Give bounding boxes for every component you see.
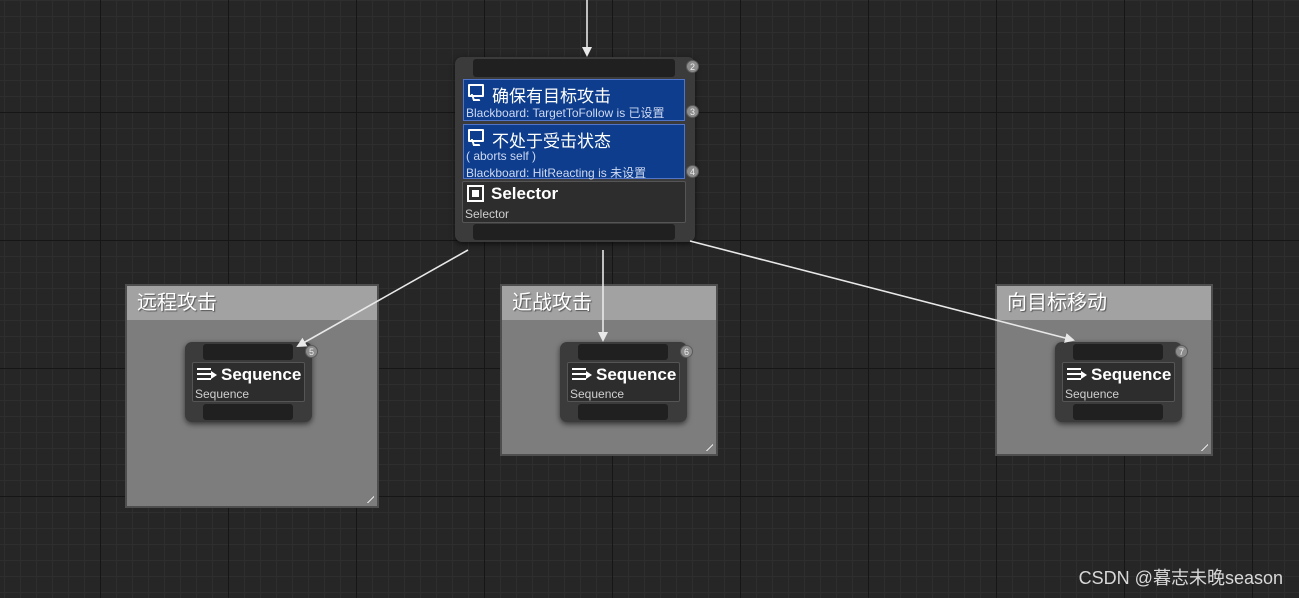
resize-handle-icon[interactable] [1196,439,1208,451]
comment-title[interactable]: 向目标移动 [997,286,1211,320]
composite-title: Selector [491,184,559,203]
decorator-icon [468,84,484,97]
composite-title: Sequence [1091,365,1172,384]
execution-index-badge: 7 [1175,345,1188,358]
sequence-node-move[interactable]: 7 Sequence Sequence [1055,342,1188,422]
composite-subtitle: Sequence [570,387,625,401]
input-pin[interactable] [1073,344,1163,360]
decorator-not-hit-reacting[interactable]: 不处于受击状态 ( aborts self ) Blackboard: HitR… [463,124,685,180]
sequence-node-ranged[interactable]: 5 Sequence Sequence [185,342,318,422]
execution-index-badge: 5 [305,345,318,358]
decorator-abort-mode: ( aborts self ) [466,149,537,163]
execution-index-badge: 2 [686,60,699,73]
decorator-detail: Blackboard: HitReacting is 未设置 [466,166,647,180]
execution-index-badge: 3 [686,105,699,118]
execution-index-badge: 6 [680,345,693,358]
composite-subtitle: Sequence [195,387,250,401]
watermark-text: CSDN @暮志未晚season [1078,568,1283,588]
output-pin[interactable] [578,404,668,420]
composite-title: Sequence [221,365,302,384]
composite-subtitle: Sequence [1065,387,1120,401]
output-pin[interactable] [203,404,293,420]
selector-composite[interactable]: Selector Selector [462,181,686,223]
sequence-icon [572,368,592,382]
input-pin[interactable] [203,344,293,360]
comment-title[interactable]: 远程攻击 [127,286,377,320]
resize-handle-icon[interactable] [362,491,374,503]
sequence-composite[interactable]: Sequence Sequence [567,362,680,402]
output-pin[interactable] [1073,404,1163,420]
input-pin[interactable] [578,344,668,360]
decorator-has-target[interactable]: 确保有目标攻击 Blackboard: TargetToFollow is 已设… [463,79,685,121]
input-pin[interactable] [473,59,675,77]
composite-subtitle: Selector [465,207,510,221]
composite-title: Sequence [596,365,677,384]
resize-handle-icon[interactable] [701,439,713,451]
sequence-composite[interactable]: Sequence Sequence [192,362,305,402]
output-pin[interactable] [473,224,675,240]
execution-index-badge: 4 [686,165,699,178]
sequence-icon [1067,368,1087,382]
sequence-icon [197,368,217,382]
sequence-node-melee[interactable]: 6 Sequence Sequence [560,342,693,422]
selector-icon [467,185,484,202]
sequence-composite[interactable]: Sequence Sequence [1062,362,1175,402]
decorator-detail: Blackboard: TargetToFollow is 已设置 [466,106,665,120]
selector-node[interactable]: 2 确保有目标攻击 Blackboard: TargetToFollow is … [455,57,699,242]
comment-title[interactable]: 近战攻击 [502,286,716,320]
decorator-icon [468,129,484,142]
